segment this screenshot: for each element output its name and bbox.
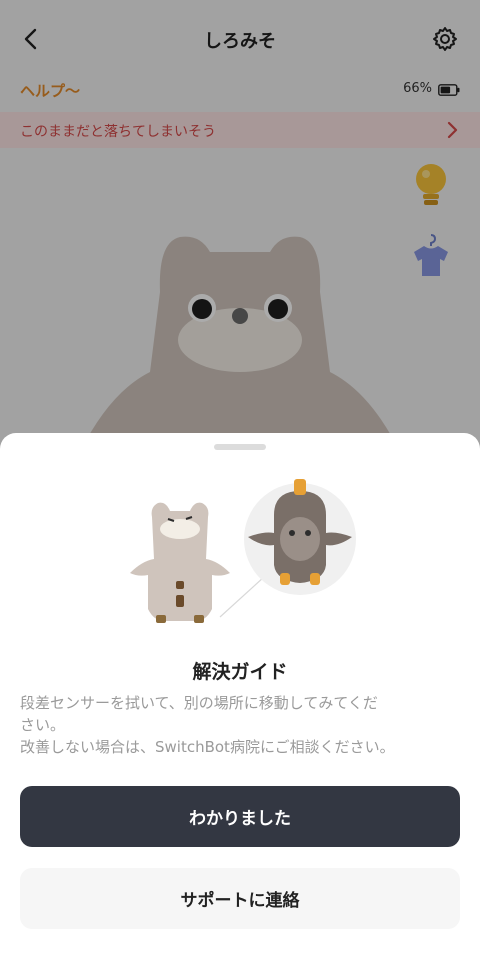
understood-button[interactable]: わかりました bbox=[20, 786, 460, 847]
description-line: さい。 bbox=[20, 716, 66, 734]
sheet-title: 解決ガイド bbox=[192, 661, 288, 683]
guide-illustration bbox=[130, 479, 356, 623]
pet-front-illustration bbox=[130, 502, 230, 623]
sensor-closeup-illustration bbox=[244, 479, 356, 595]
sheet-description: 段差センサーを拭いて、別の場所に移動してみてくだ さい。 改善しない場合は、Sw… bbox=[20, 692, 464, 758]
solution-guide-sheet: 解決ガイド 段差センサーを拭いて、別の場所に移動してみてくだ さい。 改善しない… bbox=[0, 433, 480, 960]
description-line: 段差センサーを拭いて、別の場所に移動してみてくだ bbox=[20, 694, 378, 712]
description-line: 改善しない場合は、SwitchBot病院にご相談ください。 bbox=[20, 738, 395, 756]
contact-support-button[interactable]: サポートに連絡 bbox=[20, 868, 460, 929]
sheet-grabber[interactable] bbox=[214, 444, 266, 450]
